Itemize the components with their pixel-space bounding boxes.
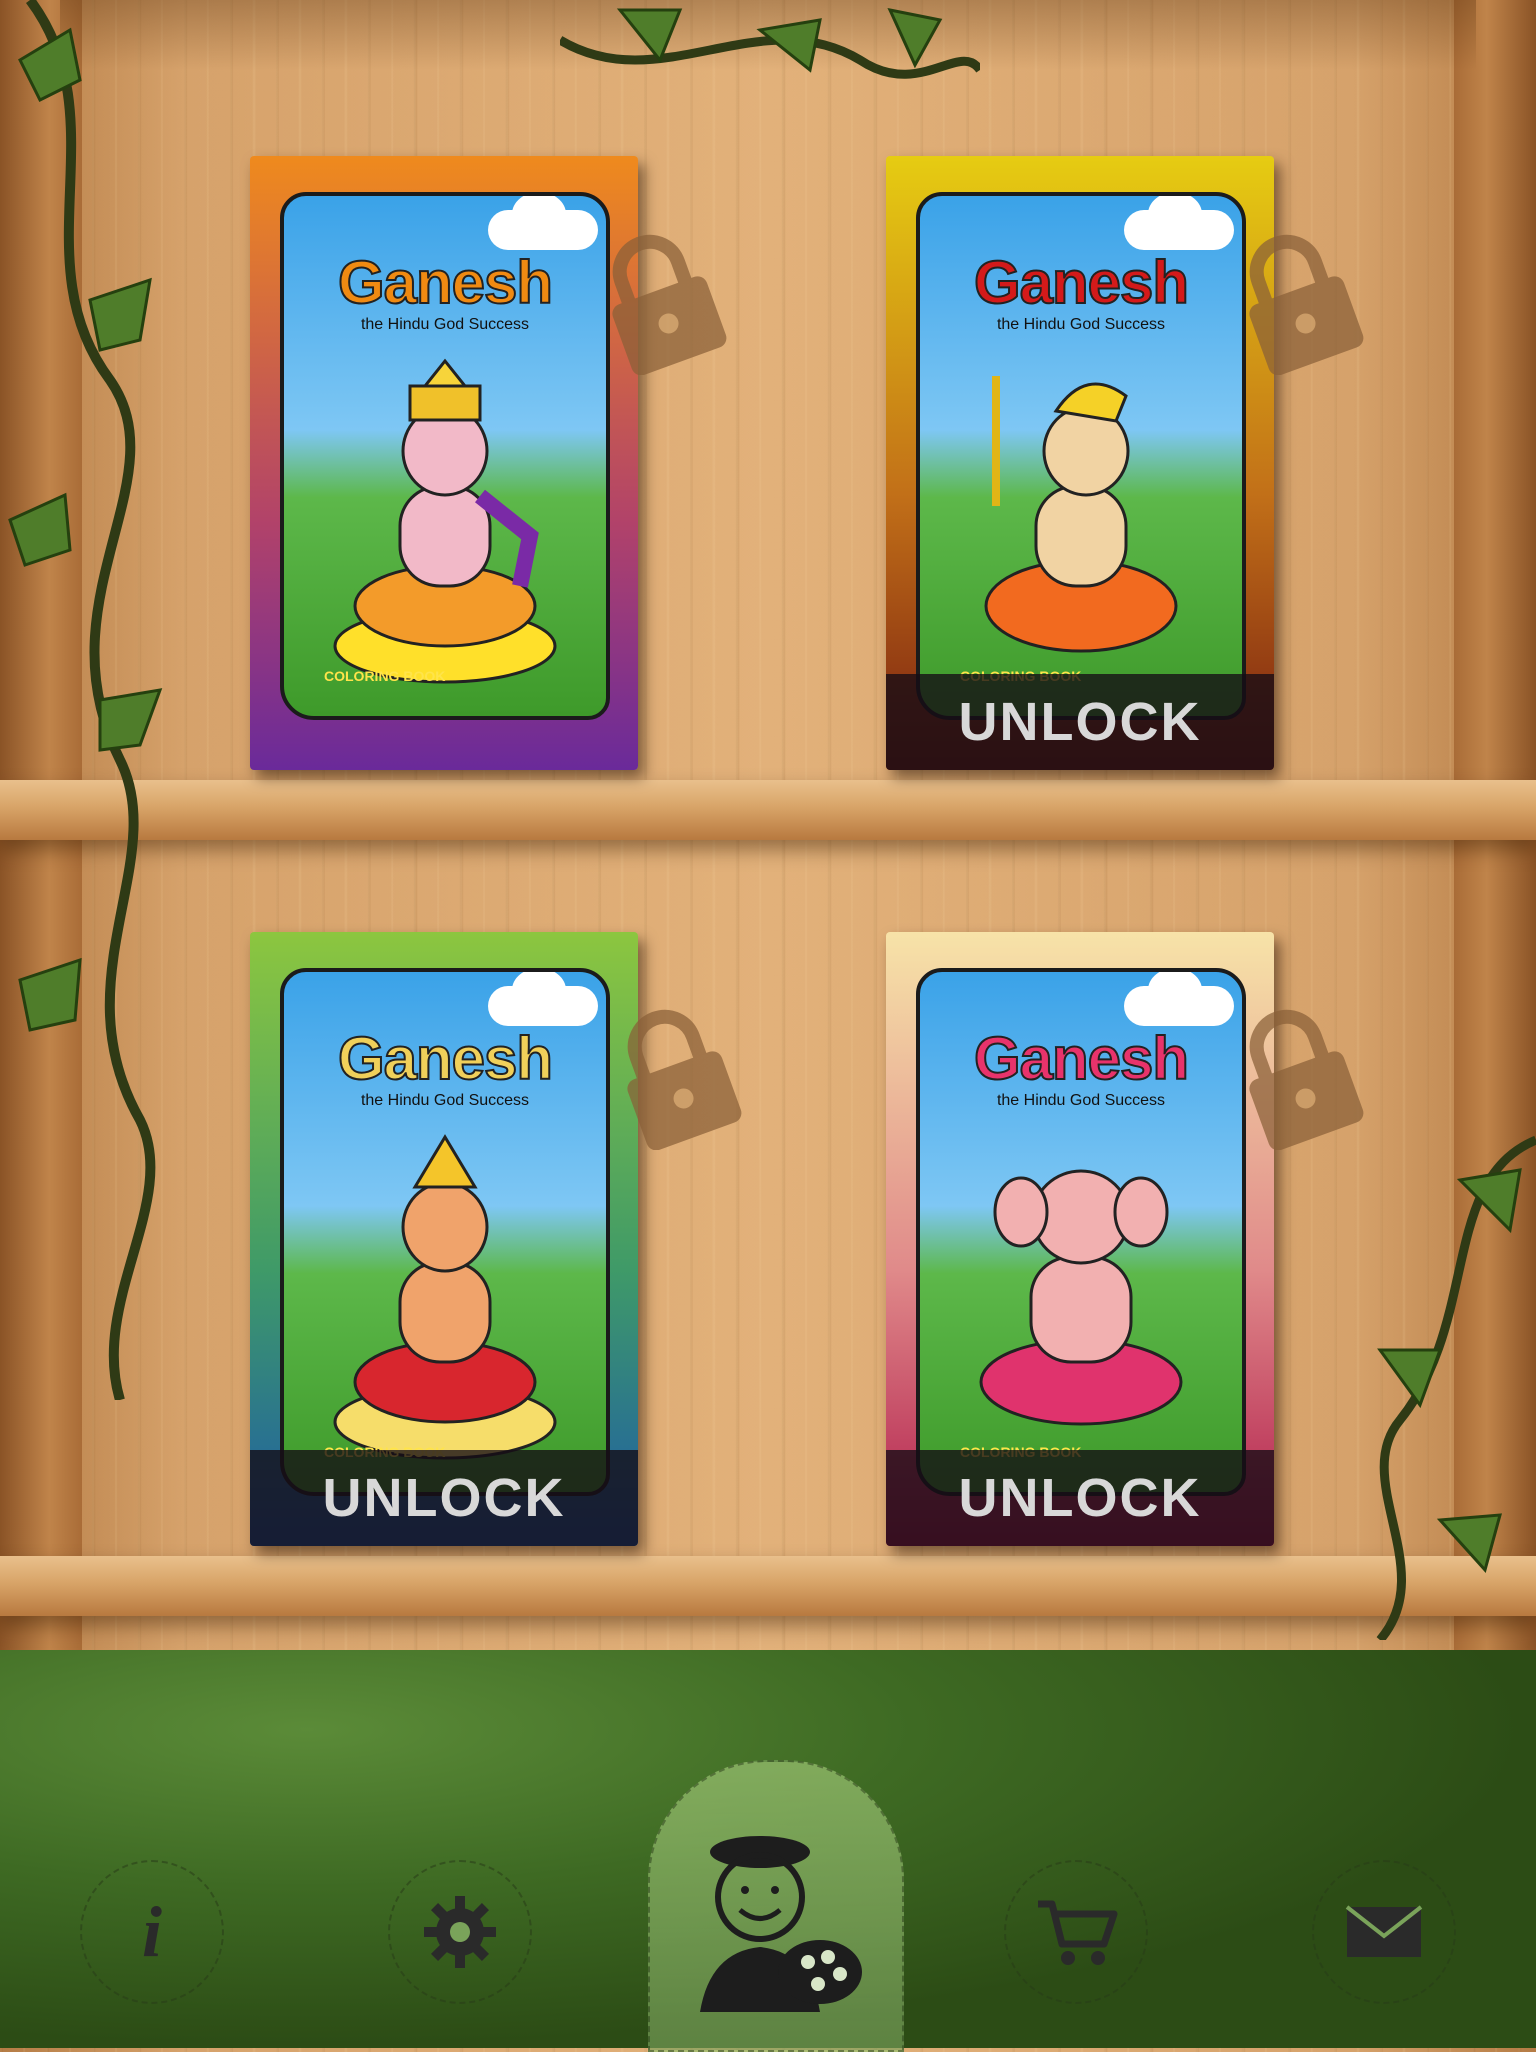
cloud [488,196,598,250]
shelf-plank-2 [0,1556,1536,1616]
book-title: Ganesh [973,1024,1190,1093]
ivy-vine-top [560,7,980,79]
lock-icon [1249,234,1364,375]
ivy-vine-right [1376,1135,1536,1640]
book-cover-1[interactable]: Ganesh the Hindu God Success COLORING BO… [250,156,638,770]
book-subtitle: the Hindu God Success [996,1092,1166,1109]
book-title: Ganesh [337,1024,554,1093]
gear-icon [424,1896,496,1968]
book-title: Ganesh [973,248,1190,317]
book-cover-3[interactable]: Ganesh the Hindu God Success COLORING BO… [250,932,638,1546]
artist-tab[interactable] [648,1760,904,2052]
ganesh-illustration [984,376,1178,653]
ganesh-illustration [333,1134,557,1460]
book-cover-2[interactable]: Ganesh the Hindu God Success COLORING BO… [886,156,1274,770]
book-subtitle: the Hindu God Success [996,316,1166,333]
cover-art: Ganesh the Hindu God Success COLORING BO… [916,968,1246,1496]
book-cover-4[interactable]: Ganesh the Hindu God Success COLORING BO… [886,932,1274,1546]
cover-art: Ganesh the Hindu God Success COLORING BO… [280,192,610,720]
lock-icon [627,1009,742,1150]
store-button[interactable] [1004,1860,1148,2004]
cloud [1124,196,1234,250]
info-button[interactable]: i [80,1860,224,2004]
book-subtitle: the Hindu God Success [360,1092,530,1109]
cloud [488,972,598,1026]
book-subtitle: the Hindu God Success [360,316,530,333]
cart-icon [1038,1900,1118,1965]
book-title: Ganesh [337,248,554,317]
artist-icon [700,1836,862,2012]
unlock-button[interactable]: UNLOCK [886,674,1274,770]
mail-button[interactable] [1312,1860,1456,2004]
shelf-plank-1 [0,780,1536,840]
coloring-book-label: COLORING BOOK [324,668,446,684]
ganesh-illustration [333,358,557,684]
unlock-button[interactable]: UNLOCK [250,1450,638,1546]
cloud [1124,972,1234,1026]
ivy-vine-left [8,0,163,1400]
mail-icon [1345,1905,1423,1957]
cover-art: Ganesh the Hindu God Success COLORING BO… [280,968,610,1496]
unlock-button[interactable]: UNLOCK [886,1450,1274,1546]
lock-icon [612,234,727,375]
cover-art: Ganesh the Hindu God Success COLORING BO… [916,192,1246,720]
info-icon: i [141,1891,162,1972]
ganesh-illustration [979,1169,1183,1426]
settings-button[interactable] [388,1860,532,2004]
